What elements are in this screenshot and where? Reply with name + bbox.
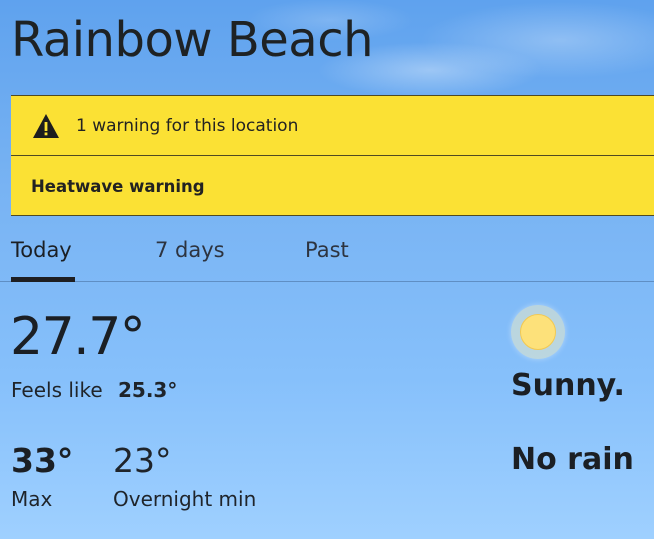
sun-core — [520, 314, 556, 350]
current-temperature: 27.7° — [10, 307, 146, 367]
feels-like-value: 25.3° — [118, 378, 178, 402]
tab-7-days[interactable]: 7 days — [155, 237, 225, 263]
selected-tab-indicator — [11, 277, 75, 282]
feels-like-label: Feels like — [11, 378, 103, 402]
condition-text: Sunny. — [511, 368, 625, 403]
warning-summary: 1 warning for this location — [11, 96, 654, 156]
tab-today[interactable]: Today — [11, 237, 72, 263]
warning-triangle-icon — [33, 114, 59, 138]
page-title: Rainbow Beach — [11, 12, 374, 68]
tab-past[interactable]: Past — [305, 237, 349, 263]
rain-text: No rain — [511, 442, 634, 477]
max-label: Max — [11, 487, 53, 511]
overnight-min-temperature: 23° — [113, 441, 172, 480]
max-temperature: 33° — [11, 441, 74, 480]
warning-count: 1 warning for this location — [76, 116, 299, 136]
heatwave-warning-link[interactable]: Heatwave warning — [31, 177, 205, 197]
warning-banner: 1 warning for this location Heatwave war… — [11, 95, 654, 216]
overnight-min-label: Overnight min — [113, 487, 257, 511]
forecast-tabs: Today 7 days Past — [0, 230, 654, 282]
sun-icon — [511, 305, 565, 359]
